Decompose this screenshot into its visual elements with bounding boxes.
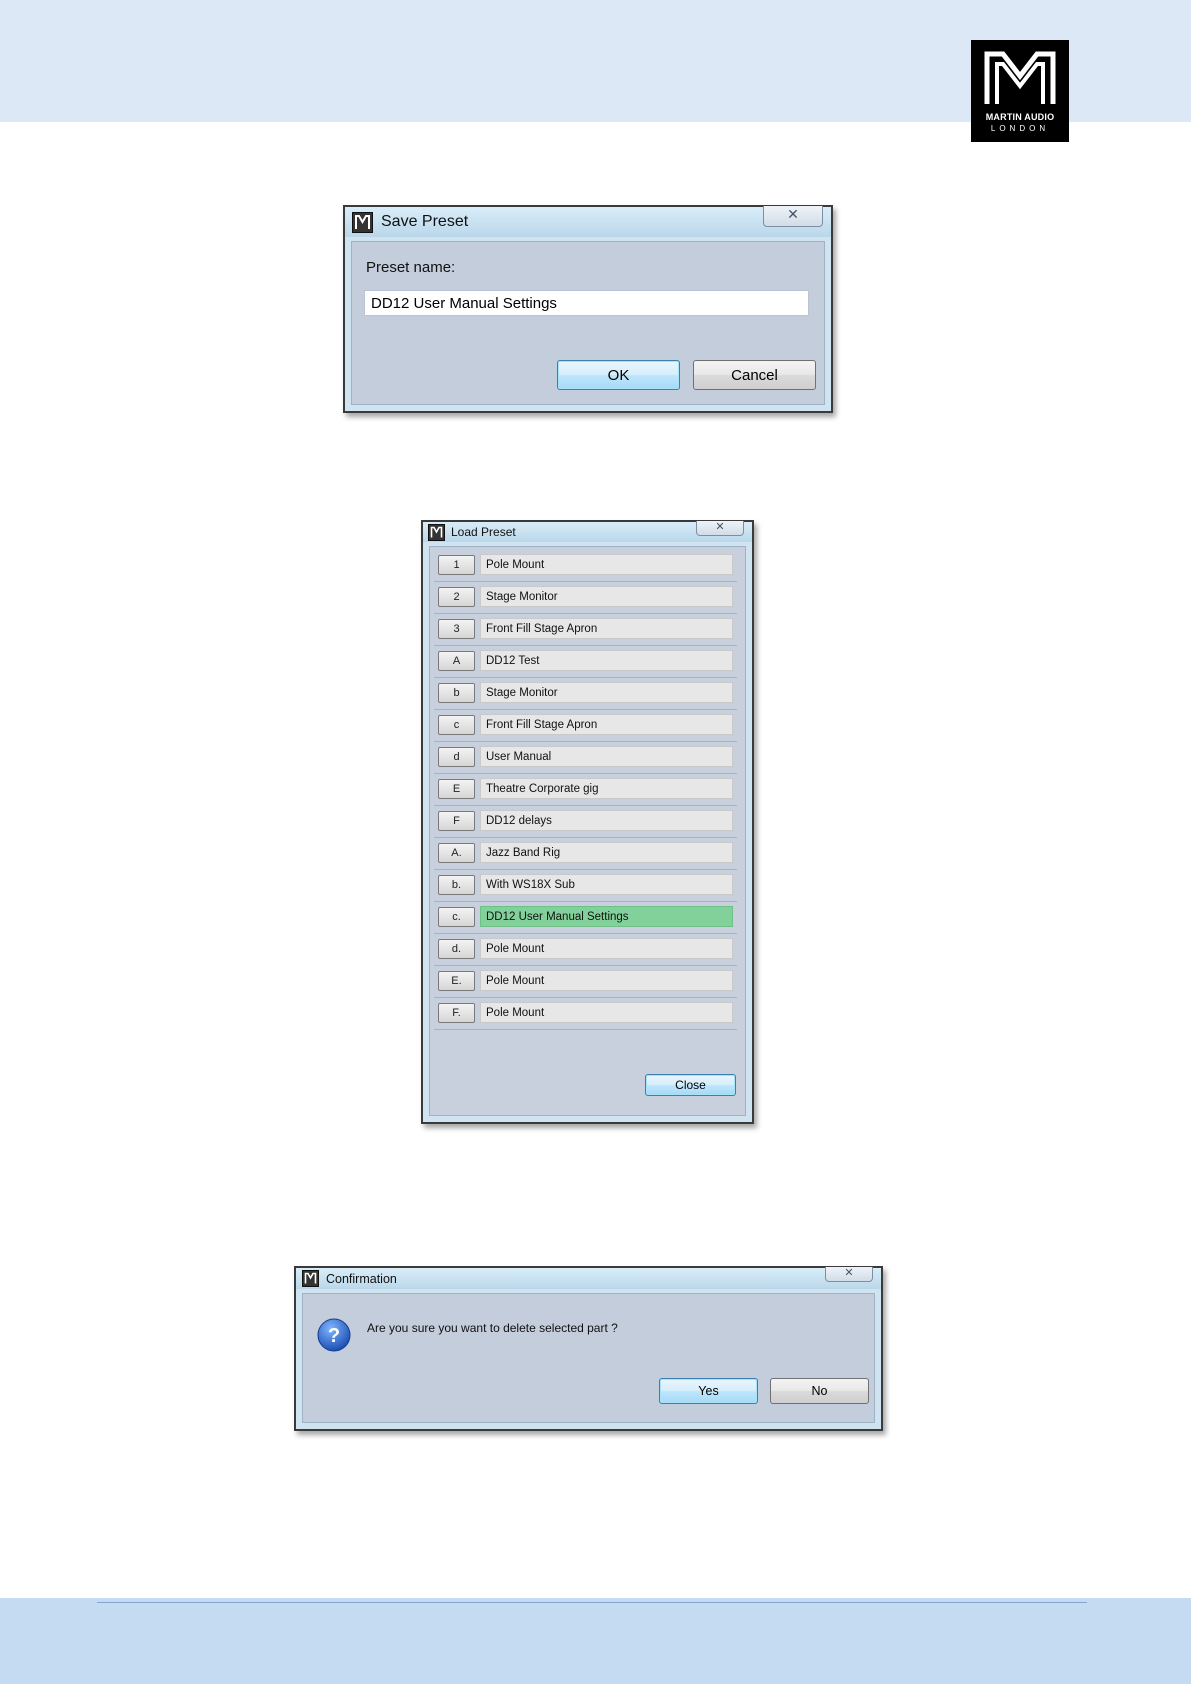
question-icon: ? [317, 1318, 351, 1352]
preset-slot-button[interactable]: 3 [438, 619, 475, 639]
preset-name-field[interactable]: Front Fill Stage Apron [480, 714, 733, 735]
preset-slot-button[interactable]: b [438, 683, 475, 703]
preset-slot-button[interactable]: E. [438, 971, 475, 991]
load-dialog-close-icon[interactable]: ✕ [696, 521, 744, 536]
preset-row: c Front Fill Stage Apron [434, 709, 737, 742]
preset-name-field[interactable]: Pole Mount [480, 1002, 733, 1023]
preset-slot-button[interactable]: d. [438, 939, 475, 959]
confirm-message: Are you sure you want to delete selected… [367, 1321, 618, 1335]
app-icon [302, 1270, 319, 1287]
preset-name-input[interactable] [364, 290, 809, 316]
preset-slot-button[interactable]: E [438, 779, 475, 799]
preset-row: c. DD12 User Manual Settings [434, 901, 737, 934]
preset-row: 2 Stage Monitor [434, 581, 737, 614]
confirm-dialog-title: Confirmation [326, 1271, 397, 1286]
preset-row: E Theatre Corporate gig [434, 773, 737, 806]
preset-name-field[interactable]: Theatre Corporate gig [480, 778, 733, 799]
confirm-dialog-body: ? Are you sure you want to delete select… [302, 1293, 875, 1423]
preset-name-label: Preset name: [366, 259, 456, 276]
preset-row: F. Pole Mount [434, 997, 737, 1030]
load-dialog-title: Load Preset [451, 525, 516, 539]
preset-name-field[interactable]: With WS18X Sub [480, 874, 733, 895]
footer-divider [97, 1602, 1087, 1603]
confirmation-dialog: Confirmation ✕ ? Are you sure you want t… [294, 1266, 883, 1431]
confirm-dialog-close-icon[interactable]: ✕ [825, 1267, 873, 1282]
svg-text:?: ? [328, 1325, 340, 1347]
ok-button[interactable]: OK [557, 360, 680, 390]
save-dialog-title: Save Preset [381, 213, 469, 230]
preset-row: F DD12 delays [434, 805, 737, 838]
preset-slot-button[interactable]: F [438, 811, 475, 831]
preset-name-field[interactable]: Pole Mount [480, 938, 733, 959]
preset-slot-button[interactable]: A [438, 651, 475, 671]
martin-audio-logo: MARTIN AUDIO LONDON [971, 40, 1069, 142]
logo-brand-text: MARTIN AUDIO [985, 112, 1055, 122]
preset-name-field[interactable]: User Manual [480, 746, 733, 767]
logo-city-text: LONDON [990, 124, 1050, 133]
yes-button[interactable]: Yes [659, 1378, 758, 1404]
preset-name-field[interactable]: DD12 Test [480, 650, 733, 671]
save-preset-dialog: Save Preset ✕ Preset name: OK Cancel [343, 205, 833, 413]
app-icon [428, 523, 445, 541]
preset-row: E. Pole Mount [434, 965, 737, 998]
no-button[interactable]: No [770, 1378, 869, 1404]
page-footer-band [0, 1598, 1191, 1684]
save-dialog-body: Preset name: OK Cancel [351, 241, 825, 405]
preset-name-field[interactable]: Front Fill Stage Apron [480, 618, 733, 639]
preset-name-field[interactable]: Stage Monitor [480, 682, 733, 703]
logo-m-mark-icon [984, 51, 1056, 104]
preset-slot-button[interactable]: c. [438, 907, 475, 927]
preset-row: b. With WS18X Sub [434, 869, 737, 902]
preset-slot-button[interactable]: F. [438, 1003, 475, 1023]
preset-name-field[interactable]: DD12 User Manual Settings [480, 906, 733, 927]
preset-slot-button[interactable]: 2 [438, 587, 475, 607]
app-icon [352, 211, 373, 233]
load-dialog-body: Close 1 Pole Mount 2 Stage Monitor 3 Front Fi… [429, 546, 746, 1116]
preset-name-field[interactable]: Pole Mount [480, 554, 733, 575]
confirm-dialog-titlebar[interactable]: Confirmation ✕ [296, 1267, 881, 1289]
preset-slot-button[interactable]: b. [438, 875, 475, 895]
preset-slot-button[interactable]: d [438, 747, 475, 767]
preset-row: A. Jazz Band Rig [434, 837, 737, 870]
preset-name-field[interactable]: Jazz Band Rig [480, 842, 733, 863]
cancel-button[interactable]: Cancel [693, 360, 816, 390]
save-dialog-close-icon[interactable]: ✕ [763, 206, 823, 227]
preset-row: b Stage Monitor [434, 677, 737, 710]
preset-slot-button[interactable]: c [438, 715, 475, 735]
load-dialog-titlebar[interactable]: Load Preset ✕ [423, 521, 752, 542]
preset-name-field[interactable]: DD12 delays [480, 810, 733, 831]
preset-slot-button[interactable]: A. [438, 843, 475, 863]
preset-row: 3 Front Fill Stage Apron [434, 613, 737, 646]
preset-name-field[interactable]: Stage Monitor [480, 586, 733, 607]
preset-row: A DD12 Test [434, 645, 737, 678]
preset-row: d User Manual [434, 741, 737, 774]
close-button[interactable]: Close [645, 1074, 736, 1096]
preset-name-field[interactable]: Pole Mount [480, 970, 733, 991]
preset-row: 1 Pole Mount [434, 549, 737, 582]
preset-slot-button[interactable]: 1 [438, 555, 475, 575]
preset-row: d. Pole Mount [434, 933, 737, 966]
save-dialog-titlebar[interactable]: Save Preset ✕ [345, 206, 831, 237]
load-preset-dialog: Load Preset ✕ Close 1 Pole Mount 2 Stage Mo… [421, 520, 754, 1124]
